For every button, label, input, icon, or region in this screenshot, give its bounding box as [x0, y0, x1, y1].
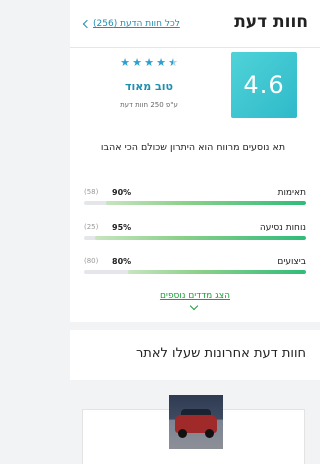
star-icon: ★: [120, 56, 130, 69]
star-icon: ★: [132, 56, 142, 69]
metric-bar: [84, 236, 306, 240]
metric-label: ביצועים: [277, 257, 306, 267]
chevron-left-icon: [82, 19, 92, 29]
chevron-down-icon[interactable]: [189, 301, 199, 311]
page-title: חוות דעת: [234, 12, 308, 32]
metric-bar-fill: [128, 270, 306, 274]
metric-count: (80): [84, 257, 99, 265]
star-rating: ★ ★ ★ ★ ★: [109, 56, 189, 69]
metric-percent: 95%: [112, 223, 132, 232]
star-icon: ★: [156, 56, 166, 69]
half-star-icon: ★: [168, 56, 178, 69]
header: חוות דעת לכל חוות הדעת (256): [70, 0, 320, 48]
based-on-count: ע"פ 250 חוות דעת: [120, 101, 178, 109]
rating-label: טוב מאוד: [125, 80, 173, 93]
score-badge: 4.6: [231, 52, 297, 118]
metric-row: ביצועים 80% (80): [84, 257, 306, 281]
metric-count: (58): [84, 188, 99, 196]
wheel: [178, 429, 187, 438]
rating-info: ★ ★ ★ ★ ★ טוב מאוד ע"פ 250 חוות דעת: [109, 56, 189, 109]
metric-label: תאימות: [277, 188, 306, 198]
score-value: 4.6: [243, 71, 285, 99]
reviews-summary-card: חוות דעת לכל חוות הדעת (256) 4.6 ★ ★ ★ ★…: [70, 0, 320, 322]
all-reviews-link-label: לכל חוות הדעת (256): [93, 19, 180, 29]
wheel: [205, 429, 214, 438]
highlight-text: תא נוסעים מרווח הוא היתרון שכולם הכי אהב…: [100, 142, 286, 153]
metric-bar: [84, 201, 306, 205]
star-icon: ★: [144, 56, 154, 69]
highlight-banner: תא נוסעים מרווח הוא היתרון שכולם הכי אהב…: [78, 129, 308, 167]
metric-label: נוחות נסיעה: [259, 223, 306, 233]
car-thumbnail[interactable]: [169, 395, 223, 449]
metric-count: (25): [84, 223, 99, 231]
metric-row: נוחות נסיעה 95% (25): [84, 223, 306, 247]
metric-percent: 90%: [112, 188, 132, 197]
review-card[interactable]: [82, 395, 305, 464]
section-title: חוות דעת אחרונות שעלו לאתר: [135, 346, 306, 361]
metric-percent: 80%: [112, 257, 132, 266]
metric-bar: [84, 270, 306, 274]
metric-bar-fill: [106, 201, 306, 205]
all-reviews-link[interactable]: לכל חוות הדעת (256): [82, 19, 180, 29]
metric-bar-fill: [95, 236, 306, 240]
recent-reviews-header: חוות דעת אחרונות שעלו לאתר: [70, 330, 320, 380]
metric-row: תאימות 90% (58): [84, 188, 306, 212]
show-more-metrics-link[interactable]: הצג מדדים נוספים: [70, 291, 320, 301]
